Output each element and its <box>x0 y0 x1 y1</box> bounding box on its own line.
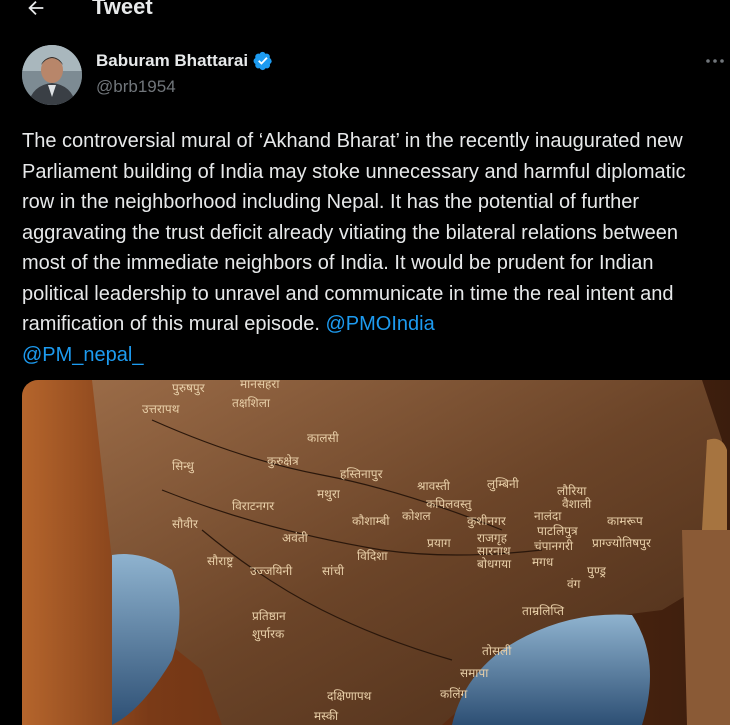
avatar[interactable] <box>22 45 82 105</box>
verified-badge-icon <box>253 51 272 71</box>
map-label: लौरिया <box>557 484 587 498</box>
more-horizontal-icon <box>706 59 724 63</box>
page-header: Tweet <box>0 0 730 26</box>
author-name[interactable]: Baburam Bhattarai <box>96 51 248 71</box>
map-label: मानसहरा <box>240 380 280 391</box>
map-label: शुर्पारक <box>252 627 285 642</box>
tweet-image[interactable]: पुरुषपुर मानसहरा उत्तरापथ तक्षशिला कालसी… <box>22 380 730 725</box>
map-label: तोसली <box>482 644 512 658</box>
map-label: विदिशा <box>357 549 388 563</box>
map-label: लुम्बिनी <box>487 477 520 492</box>
map-label: कालसी <box>307 431 340 445</box>
back-button[interactable] <box>22 0 50 22</box>
more-button[interactable] <box>702 50 728 72</box>
map-label: कुरुक्षेत्र <box>267 454 299 469</box>
map-label: सांची <box>322 564 345 578</box>
map-label: कलिंग <box>440 687 467 701</box>
map-label: ताम्रलिप्ति <box>522 604 565 618</box>
map-label: सौवीर <box>172 517 199 531</box>
map-label: विराटनगर <box>232 499 275 513</box>
mention-link[interactable]: @PMOIndia <box>325 313 434 335</box>
author-handle[interactable]: @brb1954 <box>96 77 176 97</box>
map-label: नालंदा <box>534 509 562 523</box>
tweet-text: The controversial mural of ‘Akhand Bhara… <box>22 126 722 370</box>
map-label: वैशाली <box>562 497 592 511</box>
map-label: प्राग्ज्योतिषपुर <box>592 536 652 551</box>
page-title: Tweet <box>92 0 153 19</box>
map-label: पुण्ड्र <box>587 564 607 579</box>
map-label: पाटलिपुत्र <box>537 524 578 539</box>
map-label: प्रतिष्ठान <box>252 609 286 623</box>
map-label: उज्जयिनी <box>250 564 293 578</box>
map-label: अवंती <box>282 531 309 545</box>
mention-link[interactable]: @PM_nepal_ <box>22 344 143 366</box>
map-label: श्रावस्ती <box>417 479 451 493</box>
map-label: उत्तरापथ <box>142 402 180 416</box>
map-label: मगध <box>532 555 554 569</box>
map-label: कौशाम्बी <box>352 514 390 528</box>
map-label: सौराष्ट्र <box>207 554 234 568</box>
map-label: प्रयाग <box>427 536 451 550</box>
avatar-image <box>22 45 82 105</box>
map-label: कुशीनगर <box>467 514 507 529</box>
map-label: समापा <box>460 666 489 680</box>
map-label: कोशल <box>402 509 431 523</box>
map-label: पुरुषपुर <box>172 381 206 396</box>
map-label: हस्तिनापुर <box>340 467 384 482</box>
tweet-body: The controversial mural of ‘Akhand Bhara… <box>22 130 686 335</box>
arrow-left-icon <box>28 0 44 16</box>
map-label: चंपानगरी <box>534 539 574 553</box>
map-label: बोधगया <box>477 557 512 571</box>
map-label: तक्षशिला <box>232 396 271 410</box>
map-label: मस्की <box>314 709 339 723</box>
map-label: दक्षिणापथ <box>327 689 372 703</box>
map-label: सिन्धु <box>172 459 195 474</box>
mural-image: पुरुषपुर मानसहरा उत्तरापथ तक्षशिला कालसी… <box>22 380 730 725</box>
author-name-row[interactable]: Baburam Bhattarai <box>96 51 273 71</box>
map-label: मथुरा <box>317 487 341 502</box>
map-label: कपिलवस्तु <box>426 497 473 512</box>
map-label: सारनाथ <box>477 544 511 558</box>
map-label: वंग <box>567 577 581 591</box>
map-label: कामरूप <box>607 514 643 528</box>
